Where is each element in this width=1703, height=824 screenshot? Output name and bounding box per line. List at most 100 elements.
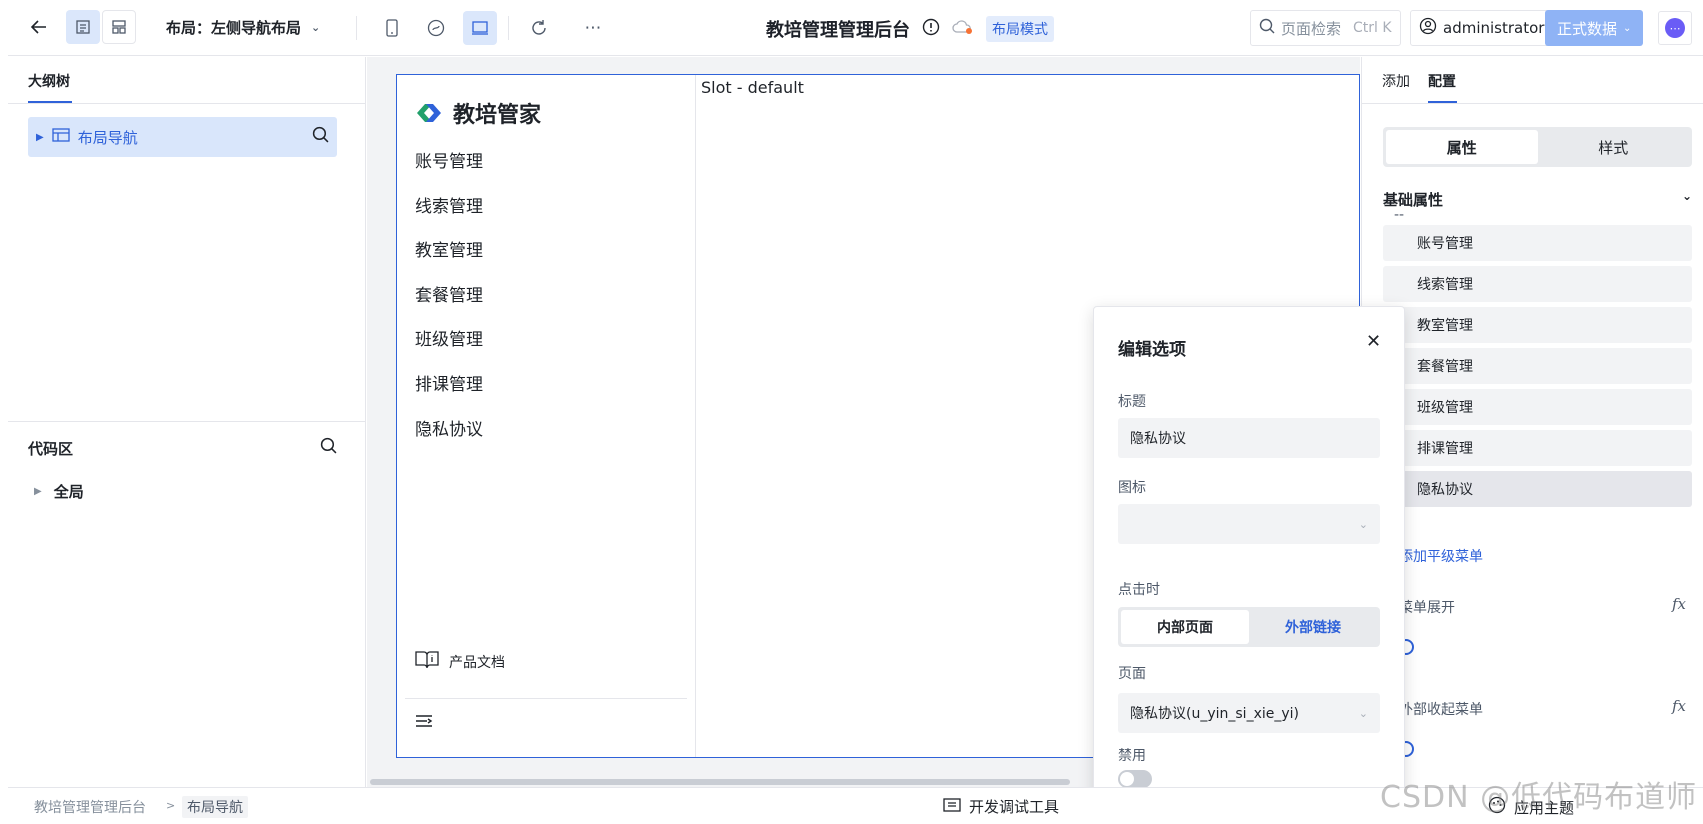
prop-expand-label: 菜单展开 — [1399, 600, 1455, 616]
ai-assistant-icon[interactable]: ⋯ — [1658, 11, 1692, 45]
search-shortcut: Ctrl K — [1353, 20, 1392, 36]
page-select-value: 隐私协议(u_yin_si_xie_yi) — [1130, 706, 1299, 722]
page-search-label: 页面检索 — [1281, 19, 1342, 38]
option-row-account[interactable]: 账号管理 — [1383, 225, 1692, 261]
nav-item-package[interactable]: 套餐管理 — [415, 281, 483, 306]
chevron-down-icon: ⌄ — [1623, 22, 1632, 34]
click-action-toggle: 内部页面 外部链接 — [1118, 607, 1380, 647]
page-select[interactable]: 隐私协议(u_yin_si_xie_yi) ⌄ — [1118, 693, 1380, 733]
fx-icon[interactable]: fx — [1672, 595, 1686, 613]
layout-selector-label: 布局：左侧导航布局 — [166, 19, 302, 37]
search-icon — [1259, 18, 1275, 38]
segment-style[interactable]: 样式 — [1538, 130, 1690, 164]
chevron-down-icon: ⌄ — [1358, 517, 1368, 531]
title-field-label: 标题 — [1118, 394, 1146, 410]
fx-icon[interactable]: fx — [1672, 697, 1686, 715]
cloud-icon — [952, 19, 974, 39]
segment-properties[interactable]: 属性 — [1386, 130, 1538, 164]
prop-collapse-label: 外部收起菜单 — [1399, 702, 1483, 718]
caret-right-icon[interactable]: ▶ — [36, 132, 44, 143]
page-search-button[interactable]: 页面检索 Ctrl K — [1250, 10, 1401, 46]
chevron-down-icon: ⌄ — [311, 21, 321, 34]
code-area-title: 代码区 — [28, 440, 74, 458]
option-row-leads[interactable]: 线索管理 — [1383, 266, 1692, 302]
option-row-schedule[interactable]: 排课管理 — [1383, 430, 1692, 466]
close-icon[interactable]: ✕ — [1366, 331, 1381, 352]
tree-node-label: 布局导航 — [77, 128, 138, 147]
horizontal-scrollbar[interactable] — [370, 779, 1070, 785]
chevron-down-icon: ⌄ — [1681, 189, 1692, 203]
property-style-toggle: 属性 样式 — [1383, 127, 1692, 167]
layout-icon[interactable] — [102, 10, 136, 44]
more-icon[interactable]: ⋯ — [576, 11, 610, 45]
logo: 教培管家 — [415, 97, 541, 129]
refresh-icon[interactable] — [522, 11, 556, 45]
search-icon[interactable] — [320, 437, 337, 458]
mode-tag: 布局模式 — [986, 16, 1054, 42]
breadcrumb-separator-icon: > — [166, 799, 176, 812]
product-doc-link[interactable]: 产品文档 — [415, 650, 505, 674]
nav-item-account[interactable]: 账号管理 — [415, 147, 483, 172]
click-field-label: 点击时 — [1118, 582, 1160, 598]
breadcrumb-app[interactable]: 教培管理管理后台 — [34, 797, 146, 817]
user-menu[interactable]: administrator — [1410, 10, 1554, 46]
mobile-icon[interactable] — [375, 11, 409, 45]
tree-node-global[interactable]: ▶ 全局 — [34, 481, 84, 502]
menu-collapse-icon[interactable] — [415, 713, 433, 734]
layout-nav-icon — [52, 128, 70, 146]
slot-label: Slot - default — [701, 78, 804, 97]
option-external-link[interactable]: 外部链接 — [1249, 610, 1377, 644]
icon-field-label: 图标 — [1118, 480, 1146, 496]
label-fragment: -- — [1394, 207, 1405, 223]
dialog-title: 编辑选项 — [1118, 340, 1186, 360]
logo-icon — [415, 101, 443, 125]
devtools-button[interactable]: 开发调试工具 — [943, 796, 1059, 817]
tree-node-layout-nav[interactable]: ▶ 布局导航 — [28, 117, 337, 157]
title-input[interactable]: 隐私协议 — [1118, 418, 1380, 458]
nav-item-privacy[interactable]: 隐私协议 — [415, 415, 483, 440]
info-icon[interactable] — [922, 18, 940, 40]
caret-right-icon[interactable]: ▶ — [34, 486, 42, 497]
nav-item-classroom[interactable]: 教室管理 — [415, 236, 483, 261]
edit-option-dialog: 编辑选项 ✕ 标题 隐私协议 图标 ⌄ 点击时 内部页面 外部链接 页面 隐私协… — [1093, 306, 1405, 816]
product-doc-label: 产品文档 — [449, 655, 505, 671]
search-icon[interactable] — [312, 126, 329, 148]
disabled-field-label: 禁用 — [1118, 748, 1146, 764]
outline-tab[interactable]: 大纲树 — [28, 71, 70, 91]
tab-add[interactable]: 添加 — [1382, 71, 1410, 91]
app-title-group: 教培管理管理后台 布局模式 — [766, 16, 1054, 42]
breadcrumb-current[interactable]: 布局导航 — [182, 796, 248, 818]
app: 布局：左侧导航布局 ⌄ ⋯ 教培管理管理后台 布局模式 页面检索 Ctrl K … — [0, 0, 1703, 824]
basic-props-header[interactable]: 基础属性 ⌄ — [1383, 189, 1692, 210]
page-field-label: 页面 — [1118, 666, 1146, 682]
nav-item-schedule[interactable]: 排课管理 — [415, 370, 483, 395]
disabled-switch[interactable] — [1118, 770, 1152, 788]
logo-text: 教培管家 — [453, 103, 542, 128]
left-panel: 大纲树 ▶ 布局导航 代码区 ▶ 全局 — [8, 57, 366, 787]
data-env-label: 正式数据 — [1557, 19, 1618, 38]
data-env-button[interactable]: 正式数据 ⌄ — [1545, 10, 1644, 46]
nav-item-leads[interactable]: 线索管理 — [415, 192, 483, 217]
add-sibling-menu-link[interactable]: 添加平级菜单 — [1399, 546, 1483, 566]
title-input-value: 隐私协议 — [1130, 431, 1186, 447]
back-arrow-icon[interactable] — [22, 10, 56, 44]
devtools-label: 开发调试工具 — [969, 798, 1060, 816]
global-node-label: 全局 — [53, 483, 84, 501]
mini-program-icon[interactable] — [419, 11, 453, 45]
option-row-package[interactable]: 套餐管理 — [1383, 348, 1692, 384]
tab-config[interactable]: 配置 — [1428, 71, 1456, 91]
side-nav: 教培管家 账号管理 线索管理 教室管理 套餐管理 班级管理 排课管理 隐私协议 … — [397, 75, 696, 757]
basic-props-title: 基础属性 — [1383, 191, 1444, 209]
chevron-down-icon: ⌄ — [1358, 706, 1368, 720]
icon-select[interactable]: ⌄ — [1118, 504, 1380, 544]
option-internal-page[interactable]: 内部页面 — [1121, 610, 1249, 644]
option-row-class[interactable]: 班级管理 — [1383, 389, 1692, 425]
desktop-icon[interactable] — [463, 11, 497, 45]
outline-icon[interactable] — [66, 10, 100, 44]
option-row-classroom[interactable]: 教室管理 — [1383, 307, 1692, 343]
layout-selector[interactable]: 布局：左侧导航布局 ⌄ — [166, 17, 320, 38]
nav-item-class[interactable]: 班级管理 — [415, 325, 483, 350]
user-name: administrator — [1443, 19, 1545, 37]
right-panel: 添加 配置 属性 样式 基础属性 ⌄ -- 账号管理 线索管理 教室管理 套餐管… — [1361, 57, 1703, 787]
option-row-privacy[interactable]: 隐私协议 — [1383, 471, 1692, 507]
